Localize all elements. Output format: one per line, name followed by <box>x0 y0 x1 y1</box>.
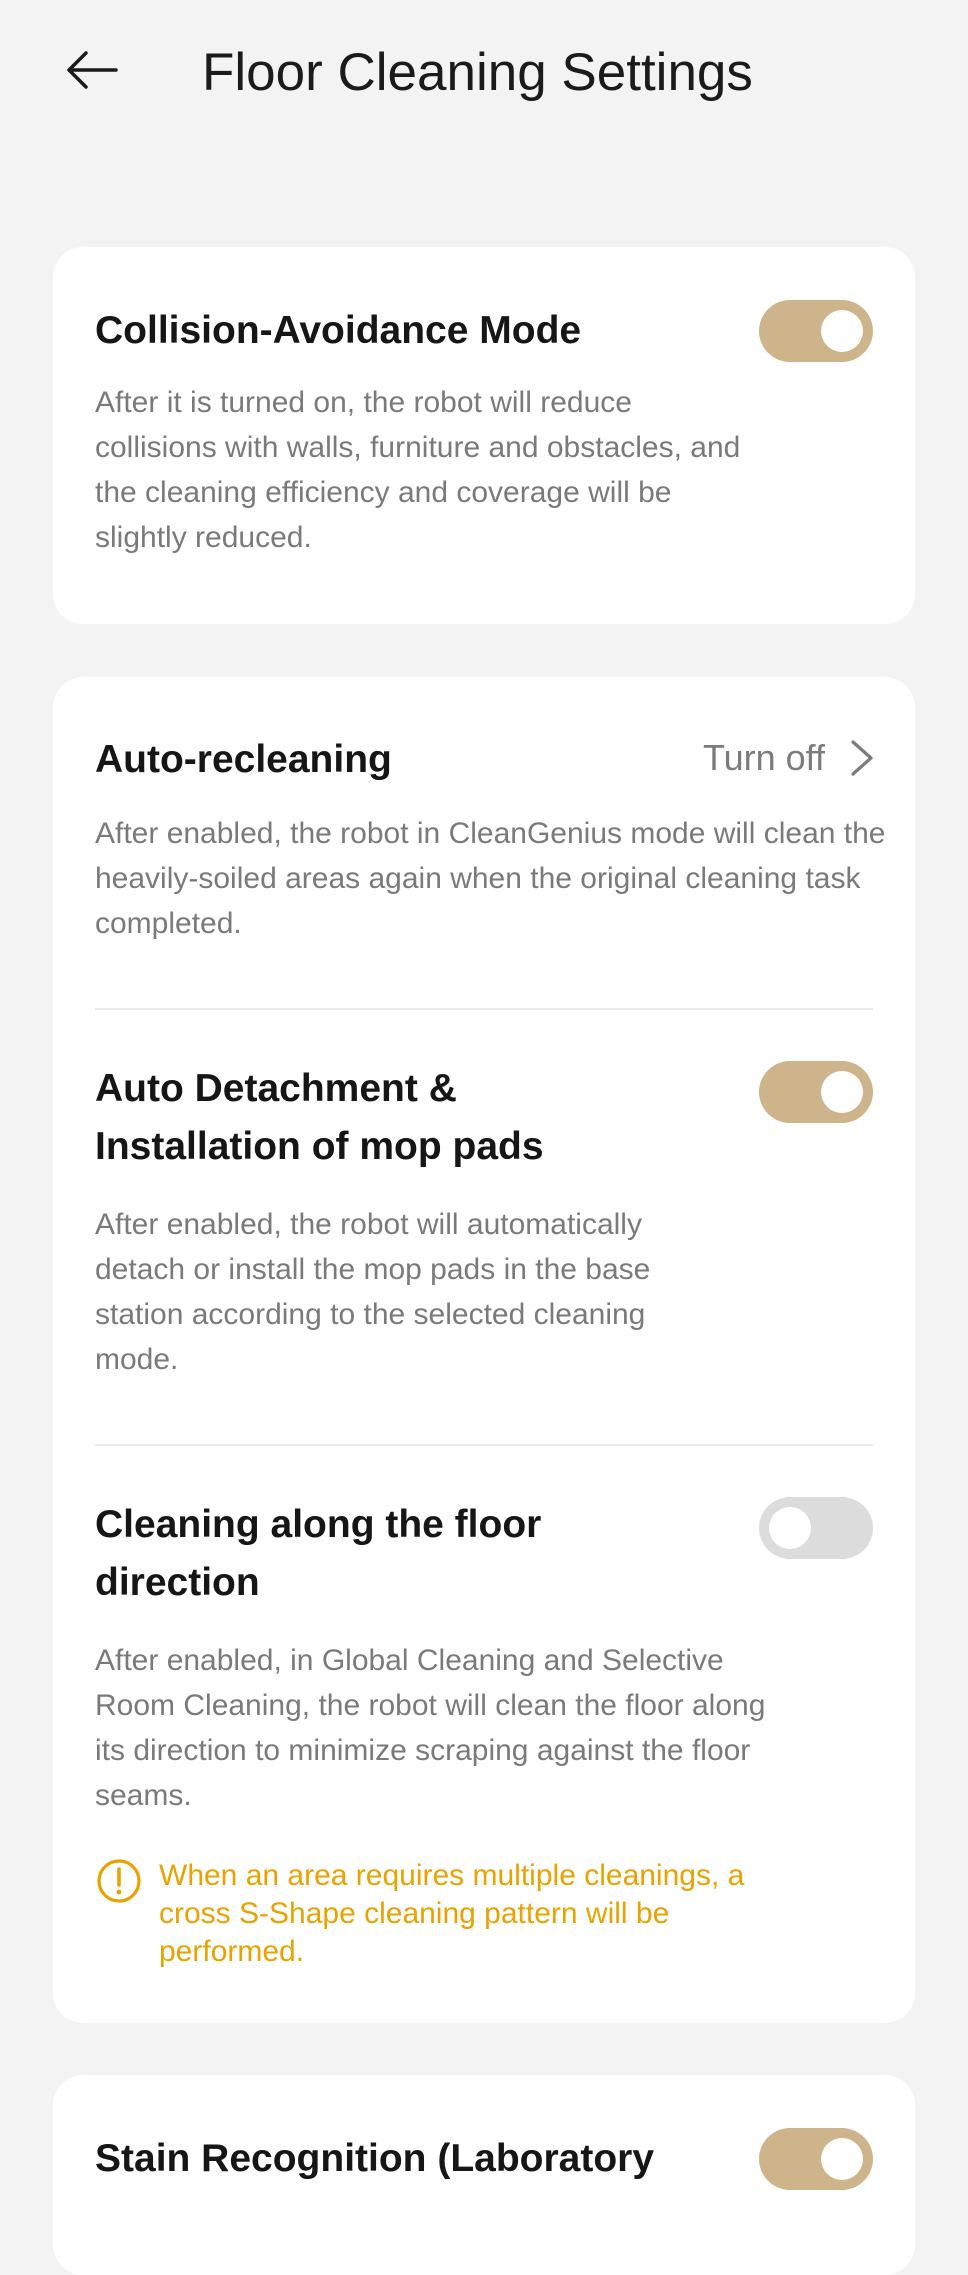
setting-title: Auto-recleaning <box>95 738 392 781</box>
setting-title: Cleaning along the floor direction <box>95 1503 542 1604</box>
arrow-left-icon <box>67 51 118 89</box>
toggle-knob <box>821 2138 863 2180</box>
divider <box>95 1008 873 1010</box>
collision-avoidance-card: Collision-Avoidance Mode After it is tur… <box>53 247 915 624</box>
toggle-knob <box>821 1071 863 1113</box>
setting-title: Auto Detachment & Installation of mop pa… <box>95 1067 544 1168</box>
page-title: Floor Cleaning Settings <box>202 43 753 102</box>
setting-description: After enabled, the robot in CleanGenius … <box>95 817 886 940</box>
cleaning-options-card: Auto-recleaning Turn off After enabled, … <box>53 677 915 2023</box>
auto-detachment-toggle[interactable] <box>759 1061 873 1123</box>
setting-title: Collision-Avoidance Mode <box>95 309 582 352</box>
toggle-knob <box>821 310 863 352</box>
auto-recleaning-value-text: Turn off <box>702 737 825 778</box>
chevron-right-icon <box>851 740 873 776</box>
toggle-knob <box>769 1507 811 1549</box>
stain-recognition-toggle[interactable] <box>759 2128 873 2190</box>
floor-direction-toggle[interactable] <box>759 1497 873 1559</box>
back-button[interactable] <box>62 40 134 100</box>
divider <box>95 1444 873 1446</box>
collision-avoidance-toggle[interactable] <box>759 300 873 362</box>
warning-circle-icon <box>97 1859 141 1903</box>
auto-recleaning-value[interactable]: Turn off <box>703 733 879 783</box>
stain-recognition-card: Stain Recognition (Laboratory <box>53 2075 915 2275</box>
top-bar: Floor Cleaning Settings <box>0 0 968 150</box>
warning-text: When an area requires multiple cleanings… <box>159 1859 745 1968</box>
setting-description: After enabled, the robot will automatica… <box>95 1208 651 1376</box>
setting-title: Stain Recognition (Laboratory <box>95 2137 655 2180</box>
setting-description: After it is turned on, the robot will re… <box>95 386 741 554</box>
setting-description: After enabled, in Global Cleaning and Se… <box>95 1644 766 1812</box>
